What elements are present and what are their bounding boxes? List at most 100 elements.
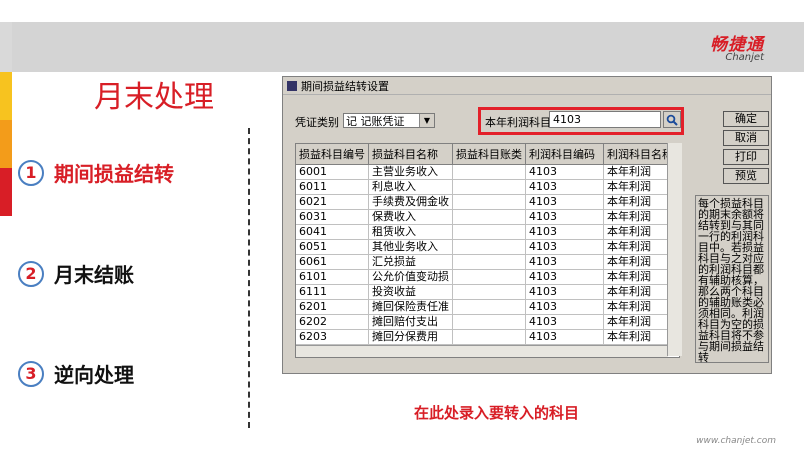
cell[interactable]: 4103 <box>525 239 604 255</box>
cell[interactable]: 6061 <box>296 254 369 270</box>
voucher-type-value: 记 记账凭证 <box>346 115 405 128</box>
cell[interactable] <box>452 209 526 225</box>
table-row[interactable]: 6101 公允价值变动损 4103 本年利润 <box>296 269 679 285</box>
table-row[interactable]: 6202 摊回赔付支出 4103 本年利润 <box>296 314 679 330</box>
cell[interactable]: 6111 <box>296 284 369 300</box>
print-button[interactable]: 打印 <box>723 149 769 165</box>
cell[interactable]: 4103 <box>525 224 604 240</box>
cell[interactable]: 4103 <box>525 254 604 270</box>
cell[interactable]: 其他业务收入 <box>368 239 453 255</box>
table-row[interactable]: 6203 摊回分保费用 4103 本年利润 <box>296 329 679 345</box>
page-title: 月末处理 <box>94 80 214 115</box>
cell[interactable]: 6201 <box>296 299 369 315</box>
site-url: www.chanjet.com <box>696 436 776 446</box>
cell[interactable]: 保费收入 <box>368 209 453 225</box>
table-row[interactable]: 6111 投资收益 4103 本年利润 <box>296 284 679 300</box>
menu-label: 逆向处理 <box>54 363 134 387</box>
step-number-badge: 2 <box>18 260 44 287</box>
column-header[interactable]: 损益科目名称 <box>368 144 453 165</box>
cell[interactable] <box>452 329 526 345</box>
cell[interactable]: 6041 <box>296 224 369 240</box>
accent-bar-grey <box>0 22 12 72</box>
horizontal-scrollbar[interactable] <box>296 345 668 357</box>
chevron-down-icon[interactable]: ▼ <box>419 114 434 127</box>
cell[interactable]: 利息收入 <box>368 179 453 195</box>
table-row[interactable]: 6031 保费收入 4103 本年利润 <box>296 209 679 225</box>
cell[interactable] <box>452 239 526 255</box>
cell[interactable] <box>452 194 526 210</box>
table-row[interactable]: 6201 摊回保险责任准 4103 本年利润 <box>296 299 679 315</box>
cell[interactable]: 4103 <box>525 314 604 330</box>
cancel-button[interactable]: 取消 <box>723 130 769 146</box>
cell[interactable]: 4103 <box>525 284 604 300</box>
cell[interactable]: 6202 <box>296 314 369 330</box>
voucher-type-label: 凭证类别 <box>295 116 339 129</box>
column-header[interactable]: 损益科目编号 <box>296 144 369 165</box>
accent-bar-yellow <box>0 72 12 120</box>
cell[interactable]: 摊回分保费用 <box>368 329 453 345</box>
top-strip <box>0 0 804 22</box>
cell[interactable] <box>452 224 526 240</box>
cell[interactable]: 汇兑损益 <box>368 254 453 270</box>
cell[interactable]: 4103 <box>525 164 604 180</box>
cell[interactable] <box>452 299 526 315</box>
cell[interactable]: 4103 <box>525 194 604 210</box>
accent-bar-orange <box>0 120 12 168</box>
accent-bar-red <box>0 168 12 216</box>
cell[interactable] <box>452 164 526 180</box>
table-row[interactable]: 6001 主营业务收入 4103 本年利润 <box>296 164 679 180</box>
cell[interactable]: 6021 <box>296 194 369 210</box>
table-row[interactable]: 6021 手续费及佣金收 4103 本年利润 <box>296 194 679 210</box>
cell[interactable]: 4103 <box>525 209 604 225</box>
ok-button[interactable]: 确定 <box>723 111 769 127</box>
cell[interactable] <box>452 314 526 330</box>
cell[interactable]: 投资收益 <box>368 284 453 300</box>
dialog-titlebar: 期间损益结转设置 <box>283 77 771 95</box>
menu-item-month-end-close[interactable]: 2 月末结账 <box>18 259 134 288</box>
table-row[interactable]: 6051 其他业务收入 4103 本年利润 <box>296 239 679 255</box>
table-row[interactable]: 6061 汇兑损益 4103 本年利润 <box>296 254 679 270</box>
app-icon <box>287 80 297 91</box>
cell[interactable]: 6051 <box>296 239 369 255</box>
table-row[interactable]: 6011 利息收入 4103 本年利润 <box>296 179 679 195</box>
cell[interactable]: 6031 <box>296 209 369 225</box>
cell[interactable] <box>452 254 526 270</box>
cell[interactable]: 4103 <box>525 299 604 315</box>
step-number-badge: 1 <box>18 159 44 186</box>
accent-bar-white <box>0 0 12 22</box>
cell[interactable]: 6203 <box>296 329 369 345</box>
preview-button[interactable]: 预览 <box>723 168 769 184</box>
table-row[interactable]: 6041 租赁收入 4103 本年利润 <box>296 224 679 240</box>
cell[interactable] <box>452 284 526 300</box>
cell[interactable]: 4103 <box>525 179 604 195</box>
column-header[interactable]: 利润科目编码 <box>525 144 604 165</box>
cell[interactable]: 租赁收入 <box>368 224 453 240</box>
column-header[interactable]: 损益科目账类 <box>452 144 526 165</box>
cell[interactable]: 摊回保险责任准 <box>368 299 453 315</box>
step-number-badge: 3 <box>18 360 44 387</box>
cell[interactable]: 手续费及佣金收 <box>368 194 453 210</box>
vertical-scrollbar[interactable] <box>667 143 682 356</box>
brand-logo: 畅捷通 Chanjet <box>710 36 764 63</box>
cell[interactable]: 公允价值变动损 <box>368 269 453 285</box>
menu-label: 月末结账 <box>54 263 134 287</box>
highlight-box <box>478 107 684 135</box>
dashed-divider <box>248 128 250 428</box>
cell[interactable]: 6001 <box>296 164 369 180</box>
cell[interactable]: 4103 <box>525 329 604 345</box>
cell[interactable] <box>452 179 526 195</box>
cell[interactable]: 主营业务收入 <box>368 164 453 180</box>
grid-header-row: 损益科目编号 损益科目名称 损益科目账类 利润科目编码 利润科目名称 <box>296 144 679 165</box>
menu-item-period-profit-loss[interactable]: 1 期间损益结转 <box>18 158 174 187</box>
menu-item-reverse-process[interactable]: 3 逆向处理 <box>18 359 134 388</box>
instruction-caption: 在此处录入要转入的科目 <box>414 404 580 422</box>
transfer-grid: 损益科目编号 损益科目名称 损益科目账类 利润科目编码 利润科目名称 6001 主… <box>295 143 680 358</box>
cell[interactable]: 4103 <box>525 269 604 285</box>
cell[interactable]: 摊回赔付支出 <box>368 314 453 330</box>
cell[interactable] <box>452 269 526 285</box>
cell[interactable]: 6101 <box>296 269 369 285</box>
voucher-type-select[interactable]: 记 记账凭证 ▼ <box>343 113 435 128</box>
header-band <box>0 22 804 72</box>
cell[interactable]: 6011 <box>296 179 369 195</box>
help-note: 每个损益科目的期末余额将结转到与其同一行的利润科目中。若损益科目与之对应的利润科… <box>695 195 769 363</box>
